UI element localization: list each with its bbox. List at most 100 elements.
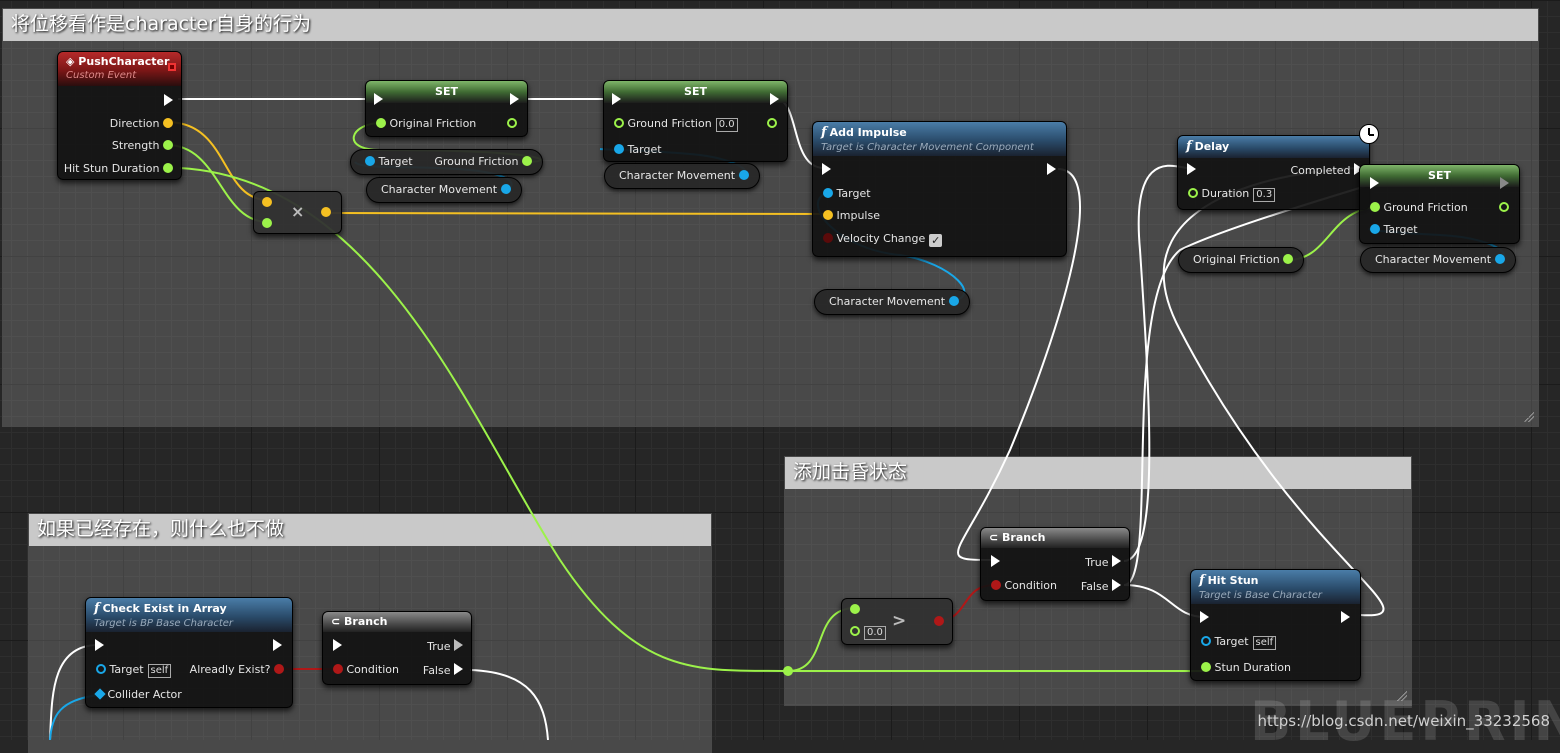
target-pin[interactable]: Target: [614, 143, 662, 157]
check-exist-in-array-node[interactable]: f Check Exist in Array Target is BP Base …: [85, 597, 293, 708]
duration-value-input[interactable]: 0.3: [1253, 188, 1276, 202]
ground-friction-in-pin[interactable]: Ground Friction: [1370, 201, 1468, 215]
object-pin-icon[interactable]: [948, 296, 959, 306]
character-movement-getter-node[interactable]: Character Movement: [814, 289, 970, 315]
greater-than-node[interactable]: 0.0 >: [841, 598, 953, 645]
strength-pin[interactable]: Strength: [112, 139, 173, 153]
multiply-node[interactable]: ×: [253, 191, 342, 234]
reroute-node-icon: [783, 666, 793, 676]
node-header[interactable]: ⊂ Branch: [981, 528, 1129, 548]
true-pin[interactable]: True: [427, 639, 463, 654]
false-pin[interactable]: False: [423, 663, 463, 678]
bool-out-pin[interactable]: [934, 615, 944, 629]
exec-out-pin[interactable]: [1341, 611, 1350, 626]
node-header[interactable]: f Hit Stun Target is Base Character: [1191, 570, 1360, 604]
velocity-change-pin[interactable]: Velocity Change ✓: [823, 232, 943, 247]
float-in-pin[interactable]: [262, 217, 272, 231]
direction-pin[interactable]: Direction: [110, 117, 173, 131]
value-out-pin[interactable]: [1499, 201, 1509, 215]
node-header[interactable]: f Add Impulse Target is Character Movemen…: [813, 122, 1066, 156]
vector-wire: [329, 212, 833, 215]
velocity-change-checkbox[interactable]: ✓: [929, 234, 943, 247]
character-movement-getter-node[interactable]: Character Movement: [1360, 247, 1516, 273]
node-header[interactable]: SET: [604, 81, 787, 103]
collider-actor-pin[interactable]: Collider Actor: [94, 688, 182, 702]
exec-in-pin[interactable]: [95, 639, 104, 654]
target-pin[interactable]: Target: [823, 187, 871, 201]
true-pin[interactable]: True: [1085, 555, 1121, 570]
exec-out-pin[interactable]: [1490, 177, 1509, 193]
exec-out-pin[interactable]: [273, 639, 282, 654]
condition-pin[interactable]: Condition: [333, 663, 399, 677]
float-in-pin[interactable]: [850, 603, 860, 617]
pin-label: Completed: [1290, 164, 1351, 177]
vector-in-pin[interactable]: [262, 196, 272, 210]
exec-in-pin[interactable]: [612, 93, 621, 108]
exec-in-pin[interactable]: [1187, 163, 1196, 178]
exec-in-pin[interactable]: [333, 639, 342, 654]
value-out-pin[interactable]: [507, 117, 517, 131]
object-pin-icon[interactable]: [738, 170, 749, 180]
node-header[interactable]: f Check Exist in Array Target is BP Base …: [86, 598, 292, 632]
node-title: PushCharacter: [78, 55, 170, 68]
pin-label: Impulse: [836, 209, 880, 222]
original-friction-in-pin[interactable]: Original Friction: [376, 117, 476, 131]
character-movement-getter-node[interactable]: Character Movement: [604, 163, 760, 189]
already-exist-pin[interactable]: Alreadly Exist?: [190, 663, 284, 677]
node-header[interactable]: ◈ PushCharacter Custom Event: [58, 52, 181, 86]
branch-node-2[interactable]: ⊂ Branch True Condition False: [980, 527, 1130, 601]
vector-pin-icon: [321, 207, 331, 217]
exec-in-pin[interactable]: [822, 163, 831, 178]
compare-value-input[interactable]: 0.0: [864, 626, 886, 640]
node-header[interactable]: f Delay: [1178, 136, 1369, 158]
float-pin-icon: [1370, 202, 1380, 212]
completed-pin[interactable]: Completed: [1290, 163, 1363, 178]
target-pin[interactable]: Target self: [1201, 635, 1277, 650]
condition-pin[interactable]: Condition: [991, 579, 1057, 593]
delay-node[interactable]: f Delay Completed Duration 0.3: [1177, 124, 1379, 210]
character-movement-getter-node[interactable]: Character Movement: [366, 177, 522, 203]
node-header[interactable]: SET: [366, 81, 527, 103]
set-ground-friction-node[interactable]: SET Ground Friction 0.0 Target: [603, 80, 788, 162]
pin-label: Target: [109, 663, 144, 676]
set-ground-friction-restore-node[interactable]: SET Ground Friction Target: [1359, 164, 1520, 244]
float-pin-icon[interactable]: [1283, 254, 1294, 264]
exec-in-pin[interactable]: [1200, 611, 1209, 626]
branch-node-1[interactable]: ⊂ Branch True Condition False: [322, 611, 472, 685]
value-input[interactable]: 0.0: [715, 118, 738, 132]
exec-out-pin[interactable]: [164, 94, 173, 109]
push-character-event-node[interactable]: ◈ PushCharacter Custom Event Direction S…: [57, 51, 182, 180]
float-pin-icon: [507, 118, 517, 128]
exec-out-pin[interactable]: [510, 93, 519, 108]
exec-in-pin[interactable]: [991, 555, 1000, 570]
hit-stun-node[interactable]: f Hit Stun Target is Base Character Targe…: [1190, 569, 1361, 681]
ground-friction-getter-node[interactable]: Target Ground Friction: [350, 149, 543, 175]
duration-pin[interactable]: Duration 0.3: [1188, 187, 1276, 202]
original-friction-getter-node[interactable]: Original Friction: [1178, 247, 1305, 273]
stun-duration-pin[interactable]: Stun Duration: [1201, 661, 1291, 675]
exec-wire: [1123, 164, 1191, 562]
target-pin[interactable]: Target self: [96, 663, 172, 678]
exec-out-pin[interactable]: [1047, 163, 1056, 178]
float-pin-icon: [163, 140, 173, 150]
exec-in-pin[interactable]: [1370, 177, 1379, 192]
node-header[interactable]: ⊂ Branch: [323, 612, 471, 632]
delegate-pin-icon[interactable]: [168, 63, 176, 71]
hit-stun-duration-pin[interactable]: Hit Stun Duration: [64, 162, 173, 176]
exec-arrow-icon: [1341, 611, 1350, 623]
set-original-friction-node[interactable]: SET Original Friction: [365, 80, 528, 137]
ground-friction-in-pin[interactable]: Ground Friction 0.0: [614, 117, 738, 132]
target-pin[interactable]: Target: [365, 155, 413, 168]
exec-in-pin[interactable]: [374, 93, 383, 108]
target-pin[interactable]: Target: [1370, 223, 1418, 237]
value-out-pin[interactable]: [767, 117, 777, 131]
object-pin-icon[interactable]: [1494, 254, 1505, 264]
ground-friction-out-pin[interactable]: Ground Friction: [434, 150, 532, 174]
object-pin-icon[interactable]: [500, 184, 511, 194]
add-impulse-node[interactable]: f Add Impulse Target is Character Movemen…: [812, 121, 1067, 257]
float-in-pin-2[interactable]: 0.0: [850, 625, 886, 640]
impulse-pin[interactable]: Impulse: [823, 209, 880, 223]
vector-out-pin[interactable]: [321, 206, 331, 220]
false-pin[interactable]: False: [1081, 579, 1121, 594]
exec-out-pin[interactable]: [770, 93, 779, 108]
